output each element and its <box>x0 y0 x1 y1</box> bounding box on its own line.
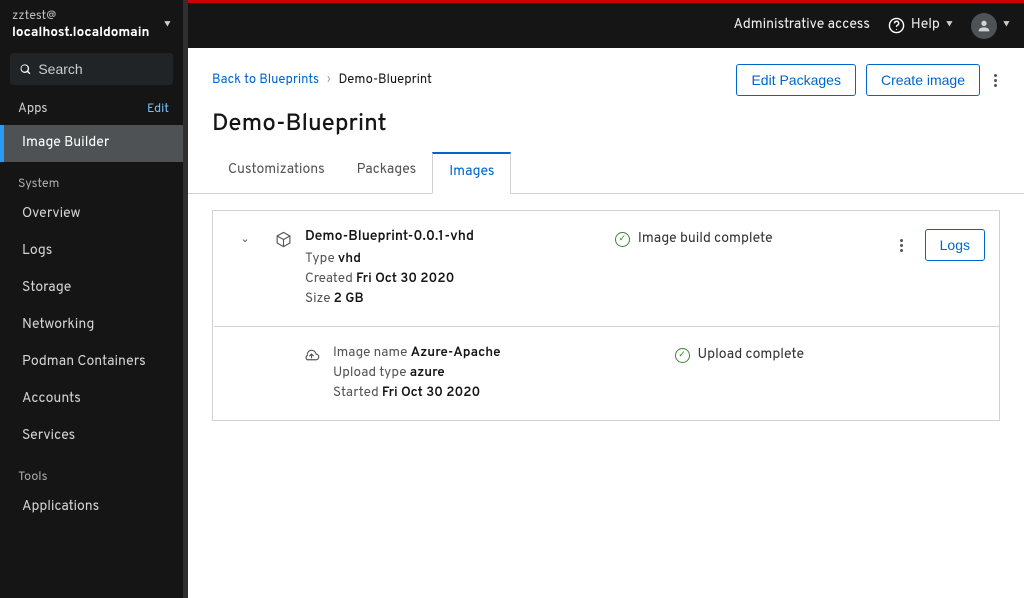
chevron-down-icon: ▼ <box>164 20 171 31</box>
image-type: vhd <box>338 251 361 268</box>
tab-images[interactable]: Images <box>432 152 511 194</box>
user-menu[interactable]: ▼ <box>971 13 1010 39</box>
images-panel: ⌄ Demo-Blueprint-0.0.1-vhd Type vhd Crea… <box>212 210 1000 421</box>
tab-packages[interactable]: Packages <box>341 152 433 193</box>
cube-icon <box>261 229 305 248</box>
sidebar-search[interactable] <box>10 53 173 85</box>
chevron-right-icon: › <box>327 73 330 87</box>
host-switcher[interactable]: zztest@ localhost.localdomain ▼ <box>0 0 183 53</box>
administrative-access[interactable]: Administrative access <box>734 17 870 34</box>
breadcrumb-back[interactable]: Back to Blueprints <box>212 72 319 88</box>
search-icon <box>20 63 31 76</box>
cloud-upload-icon <box>289 345 333 364</box>
chevron-down-icon: ⌄ <box>240 232 249 247</box>
create-image-button[interactable]: Create image <box>866 64 980 96</box>
chevron-down-icon: ▼ <box>946 20 953 31</box>
help-menu[interactable]: Help ▼ <box>888 17 953 34</box>
expand-toggle[interactable]: ⌄ <box>229 229 261 247</box>
system-section-label: System <box>0 162 183 196</box>
sidebar-item-services[interactable]: Services <box>0 418 183 455</box>
image-status: Image build complete <box>638 231 773 248</box>
search-input[interactable] <box>38 61 163 77</box>
success-icon: ✓ <box>675 348 690 363</box>
sidebar-item-logs[interactable]: Logs <box>0 233 183 270</box>
image-row-kebab[interactable] <box>897 239 907 252</box>
more-actions-kebab[interactable] <box>990 74 1000 87</box>
upload-row: Image name Azure-Apache Upload type azur… <box>213 326 999 420</box>
chevron-down-icon: ▼ <box>1003 20 1010 31</box>
apps-section-label: Apps <box>18 101 47 117</box>
avatar <box>971 13 997 39</box>
logs-button[interactable]: Logs <box>925 229 985 261</box>
breadcrumb-current: Demo-Blueprint <box>339 72 432 88</box>
help-icon <box>888 17 905 34</box>
sidebar-domain: localhost.localdomain <box>12 25 150 42</box>
image-row: ⌄ Demo-Blueprint-0.0.1-vhd Type vhd Crea… <box>213 211 999 326</box>
sidebar-item-applications[interactable]: Applications <box>0 489 183 526</box>
upload-type: azure <box>410 365 445 382</box>
tabs: Customizations Packages Images <box>188 152 1024 194</box>
sidebar-item-networking[interactable]: Networking <box>0 307 183 344</box>
upload-image-name: Azure-Apache <box>411 345 501 362</box>
edit-packages-button[interactable]: Edit Packages <box>736 64 856 96</box>
sidebar-item-podman-containers[interactable]: Podman Containers <box>0 344 183 381</box>
image-created: Fri Oct 30 2020 <box>356 271 454 288</box>
page-title: Demo-Blueprint <box>188 104 1024 152</box>
tab-customizations[interactable]: Customizations <box>212 152 341 193</box>
sidebar-item-image-builder[interactable]: Image Builder <box>0 125 183 162</box>
image-name: Demo-Blueprint-0.0.1-vhd <box>305 229 615 246</box>
sidebar-user: zztest@ <box>12 8 56 24</box>
sidebar-item-overview[interactable]: Overview <box>0 196 183 233</box>
success-icon: ✓ <box>615 232 630 247</box>
upload-status: Upload complete <box>698 347 805 364</box>
breadcrumb: Back to Blueprints › Demo-Blueprint <box>212 72 432 88</box>
sidebar-item-storage[interactable]: Storage <box>0 270 183 307</box>
sidebar-item-accounts[interactable]: Accounts <box>0 381 183 418</box>
tools-section-label: Tools <box>0 455 183 489</box>
upload-started: Fri Oct 30 2020 <box>382 385 480 402</box>
image-size: 2 GB <box>334 291 364 308</box>
edit-apps-link[interactable]: Edit <box>147 101 169 117</box>
